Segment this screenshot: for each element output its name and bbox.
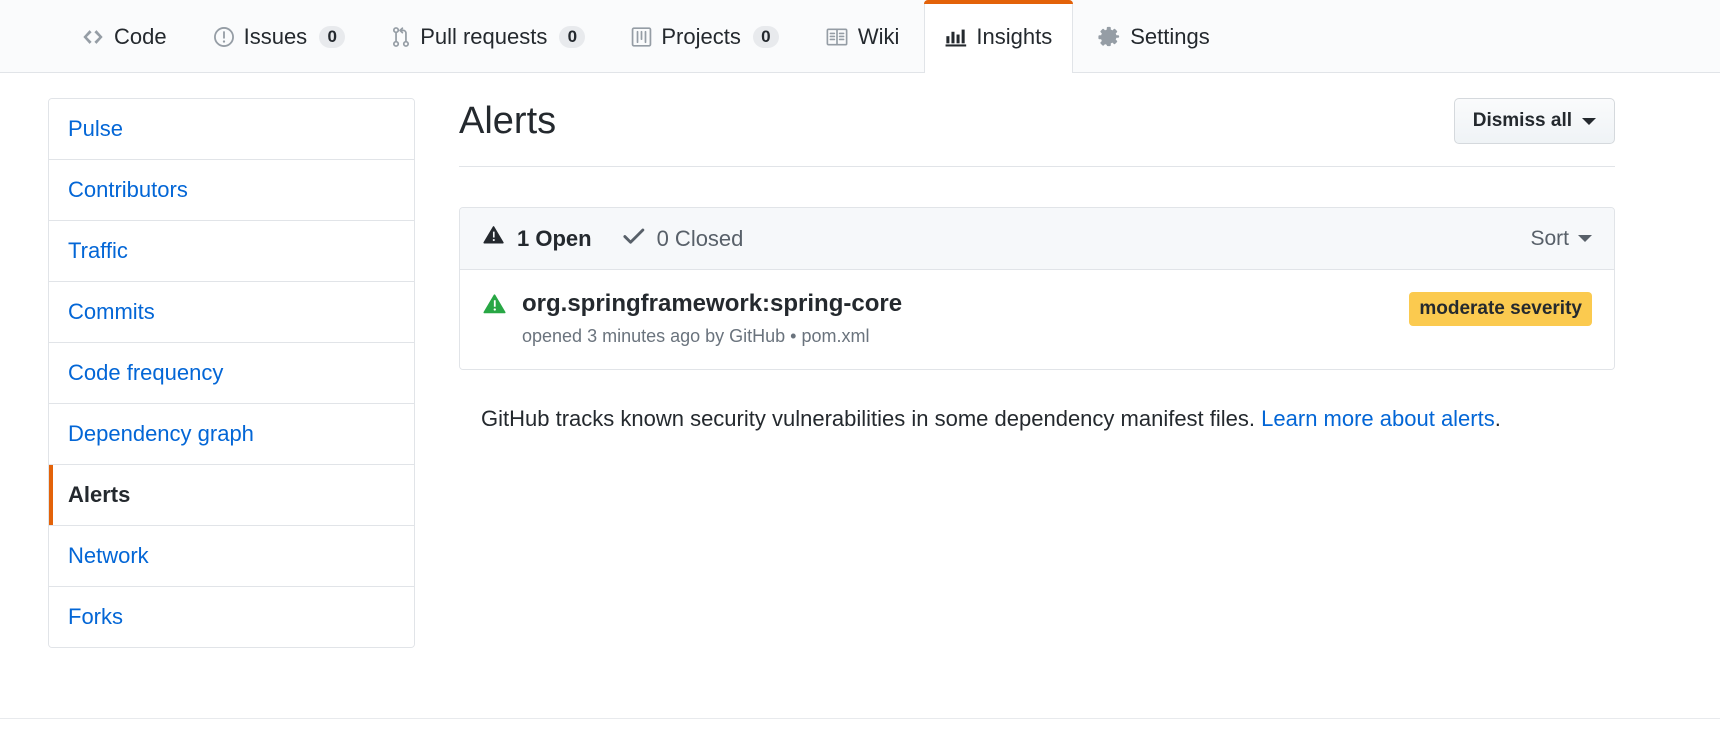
sidebar-item-code-frequency[interactable]: Code frequency	[49, 343, 414, 404]
sort-dropdown[interactable]: Sort	[1530, 227, 1592, 251]
learn-more-link[interactable]: Learn more about alerts	[1261, 406, 1495, 431]
sidebar-item-contributors[interactable]: Contributors	[49, 160, 414, 221]
sidebar-item-traffic[interactable]: Traffic	[49, 221, 414, 282]
severity-alert-icon	[482, 288, 522, 321]
sort-label: Sort	[1530, 227, 1569, 251]
issue-opened-icon	[213, 26, 235, 48]
tab-label: Projects	[661, 24, 740, 50]
sidebar-item-label: Dependency graph	[68, 421, 254, 446]
dismiss-all-label: Dismiss all	[1473, 109, 1572, 133]
check-icon	[622, 225, 646, 253]
alert-item-text: org.springframework:spring-core opened 3…	[522, 288, 902, 349]
dismiss-all-button[interactable]: Dismiss all	[1454, 98, 1615, 144]
page-bottom-divider	[0, 718, 1720, 719]
footnote-period: .	[1495, 406, 1501, 431]
footnote-text: GitHub tracks known security vulnerabili…	[481, 406, 1255, 431]
open-count-label: 1 Open	[517, 225, 592, 253]
code-icon	[81, 26, 105, 48]
page-body: Pulse Contributors Traffic Commits Code …	[0, 73, 1720, 648]
tab-settings[interactable]: Settings	[1077, 0, 1231, 72]
tab-label: Issues	[244, 24, 308, 50]
tab-label: Code	[114, 24, 167, 50]
sidebar-item-network[interactable]: Network	[49, 526, 414, 587]
sidebar-item-label: Contributors	[68, 177, 188, 202]
tab-label: Wiki	[858, 24, 900, 50]
sidebar-item-label: Traffic	[68, 238, 128, 263]
filter-open-alerts[interactable]: 1 Open	[482, 224, 592, 253]
page-header: Alerts Dismiss all	[459, 98, 1615, 167]
repository-nav-tabs: Code Issues 0 Pull requests 0	[0, 0, 1720, 73]
graph-icon	[945, 26, 967, 48]
main-content: Alerts Dismiss all	[415, 98, 1720, 457]
closed-count-label: 0 Closed	[657, 225, 744, 253]
sidebar-item-forks[interactable]: Forks	[49, 587, 414, 647]
page-title: Alerts	[459, 98, 556, 144]
alerts-footnote: GitHub tracks known security vulnerabili…	[459, 403, 1615, 435]
projects-counter: 0	[753, 26, 779, 48]
alert-metadata: opened 3 minutes ago by GitHub • pom.xml	[522, 323, 902, 349]
sidebar-item-label: Alerts	[68, 482, 130, 507]
alert-state-filters: 1 Open 0 Closed	[482, 224, 743, 253]
project-icon	[631, 26, 652, 48]
sidebar-item-pulse[interactable]: Pulse	[49, 99, 414, 160]
tab-insights[interactable]: Insights	[924, 0, 1073, 73]
git-pull-request-icon	[391, 26, 411, 48]
alert-list-item[interactable]: org.springframework:spring-core opened 3…	[460, 270, 1614, 369]
tab-label: Insights	[976, 24, 1052, 50]
tab-issues[interactable]: Issues 0	[192, 0, 367, 72]
gear-icon	[1098, 25, 1121, 48]
alert-warning-icon	[482, 224, 506, 253]
sidebar-item-label: Pulse	[68, 116, 123, 141]
sidebar-item-label: Code frequency	[68, 360, 223, 385]
tab-pull-requests[interactable]: Pull requests 0	[370, 0, 606, 72]
tab-label: Pull requests	[420, 24, 547, 50]
sidebar-item-label: Forks	[68, 604, 123, 629]
chevron-down-icon	[1582, 118, 1596, 125]
book-icon	[825, 26, 849, 48]
chevron-down-icon	[1578, 235, 1592, 242]
tab-projects[interactable]: Projects 0	[610, 0, 799, 72]
alert-item-main: org.springframework:spring-core opened 3…	[482, 288, 902, 349]
pull-requests-counter: 0	[559, 26, 585, 48]
tab-code[interactable]: Code	[60, 0, 188, 72]
sidebar-item-alerts[interactable]: Alerts	[49, 465, 414, 526]
tab-label: Settings	[1130, 24, 1210, 50]
sidebar-item-label: Commits	[68, 299, 155, 324]
alerts-card: 1 Open 0 Closed Sort	[459, 207, 1615, 370]
sidebar-item-dependency-graph[interactable]: Dependency graph	[49, 404, 414, 465]
alert-package-name[interactable]: org.springframework:spring-core	[522, 288, 902, 320]
sidebar-item-commits[interactable]: Commits	[49, 282, 414, 343]
sidebar-item-label: Network	[68, 543, 149, 568]
issues-counter: 0	[319, 26, 345, 48]
alerts-card-header: 1 Open 0 Closed Sort	[460, 208, 1614, 270]
filter-closed-alerts[interactable]: 0 Closed	[622, 225, 744, 253]
insights-sidebar: Pulse Contributors Traffic Commits Code …	[48, 98, 415, 648]
severity-badge: moderate severity	[1409, 292, 1592, 326]
tab-wiki[interactable]: Wiki	[804, 0, 921, 72]
